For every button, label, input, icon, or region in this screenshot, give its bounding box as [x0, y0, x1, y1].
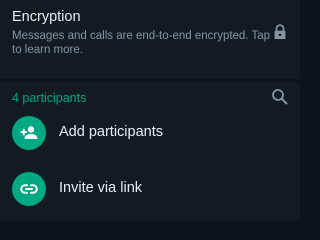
- add-participants-avatar: [12, 116, 46, 150]
- add-participants-label: Add participants: [59, 124, 163, 140]
- encryption-description: Messages and calls are end-to-end encryp…: [12, 30, 271, 56]
- add-participants-button[interactable]: Add participants: [0, 110, 300, 156]
- lock-icon: [274, 24, 286, 39]
- participants-count-header: 4 participants: [12, 91, 87, 105]
- encryption-section[interactable]: Encryption Messages and calls are end-to…: [0, 0, 300, 79]
- add-person-icon: [20, 126, 38, 139]
- link-icon: [20, 184, 38, 194]
- invite-via-link-button[interactable]: Invite via link: [0, 166, 300, 212]
- search-icon[interactable]: [271, 88, 288, 105]
- invite-via-link-label: Invite via link: [59, 180, 143, 196]
- encryption-title: Encryption: [12, 9, 81, 25]
- invite-link-avatar: [12, 172, 46, 206]
